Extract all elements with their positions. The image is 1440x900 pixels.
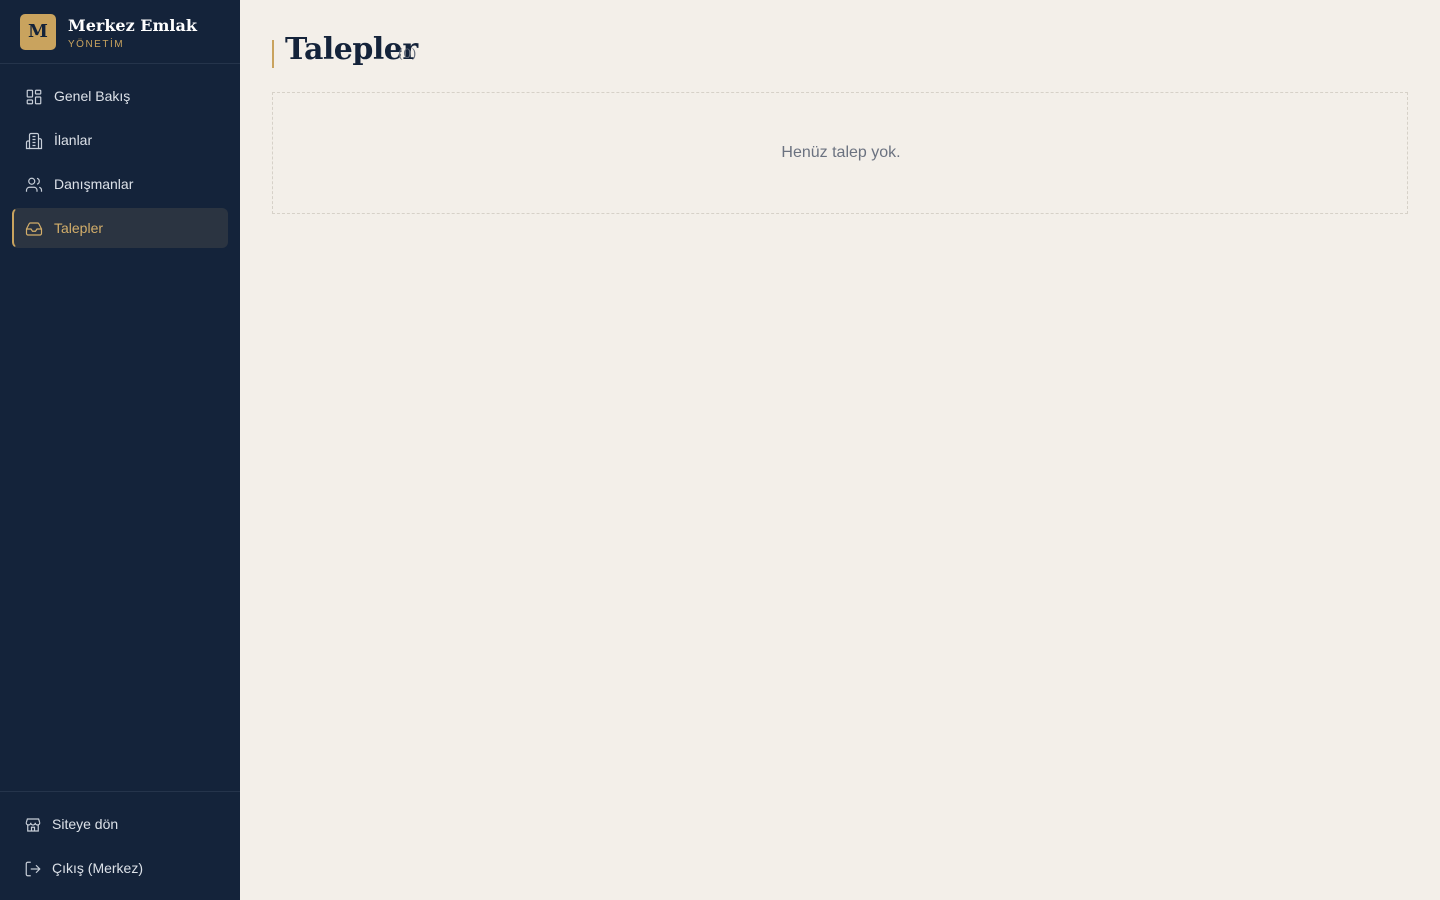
brand-logo[interactable]: M bbox=[20, 14, 56, 50]
logout-button[interactable]: Çıkış (Merkez) bbox=[12, 849, 228, 889]
title-accent-bar bbox=[272, 40, 274, 68]
back-to-site-link[interactable]: Siteye dön bbox=[12, 805, 228, 845]
empty-state-message: Henüz talep yok. bbox=[781, 144, 901, 161]
sidebar-item-label: İlanlar bbox=[54, 132, 93, 148]
logout-icon bbox=[24, 860, 42, 878]
brand-name: Merkez Emlak bbox=[68, 16, 197, 35]
building-icon bbox=[25, 132, 43, 150]
sidebar-item-label: Genel Bakış bbox=[54, 88, 131, 104]
dashboard-grid-icon bbox=[25, 88, 43, 106]
store-icon bbox=[24, 816, 42, 834]
brand-subtitle: YÖNETİM bbox=[68, 39, 125, 50]
inbox-icon bbox=[25, 220, 43, 238]
brand-header: M Merkez Emlak YÖNETİM bbox=[0, 0, 240, 64]
sidebar-item-genel-bakis[interactable]: Genel Bakış bbox=[12, 76, 228, 116]
sidebar: M Merkez Emlak YÖNETİM Genel Bakış İlanl… bbox=[0, 0, 240, 900]
sidebar-item-talepler[interactable]: Talepler bbox=[12, 208, 228, 248]
empty-state-box: Henüz talep yok. bbox=[272, 92, 1408, 214]
sidebar-item-ilanlar[interactable]: İlanlar bbox=[12, 120, 228, 160]
users-icon bbox=[25, 176, 43, 194]
sidebar-item-label: Talepler bbox=[54, 220, 104, 236]
sidebar-item-danismanlar[interactable]: Danışmanlar bbox=[12, 164, 228, 204]
main-content: Talepler (0) Henüz talep yok. bbox=[240, 0, 1440, 900]
sidebar-footer: Siteye dön Çıkış (Merkez) bbox=[0, 791, 240, 900]
back-to-site-label: Siteye dön bbox=[52, 816, 119, 832]
sidebar-item-label: Danışmanlar bbox=[54, 176, 134, 192]
request-count: (0) bbox=[398, 47, 417, 62]
logout-label: Çıkış (Merkez) bbox=[52, 860, 143, 876]
